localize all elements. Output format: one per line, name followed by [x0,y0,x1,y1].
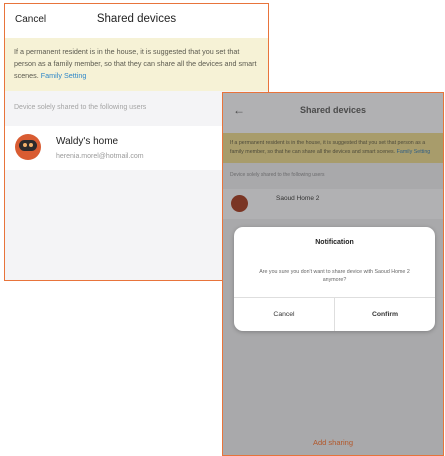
unshare-confirmation-dialog: Notification Are you sure you don't want… [234,227,435,331]
shared-user-email: herenia.morel@hotmail.com [56,153,144,160]
dialog-cancel-button[interactable]: Cancel [234,298,334,331]
dialog-confirm-button[interactable]: Confirm [335,298,435,331]
page-title: Shared devices [299,105,367,115]
dialog-message: Are you sure you don't want to share dev… [259,269,410,283]
page-title: Shared devices [96,13,177,25]
shared-user-row[interactable]: Saoud Home 2 [223,189,443,219]
header-bar: ← Shared devices [223,93,443,133]
shared-user-name: Saoud Home 2 [276,195,320,202]
family-setting-link[interactable]: Family Setting [41,71,87,80]
shared-user-name: Waldy's home [56,136,119,147]
dialog-title: Notification [315,239,354,246]
home-avatar-icon [15,134,41,160]
home-avatar-icon [231,195,248,212]
shared-users-label: Device solely shared to the following us… [230,172,325,178]
family-setting-link[interactable]: Family Setting [397,149,431,155]
family-member-notice: If a permanent resident is in the house,… [5,38,268,91]
header-bar: Cancel Shared devices [5,4,268,38]
add-sharing-button[interactable]: Add sharing [223,438,443,447]
family-member-notice: If a permanent resident is in the house,… [223,133,443,163]
